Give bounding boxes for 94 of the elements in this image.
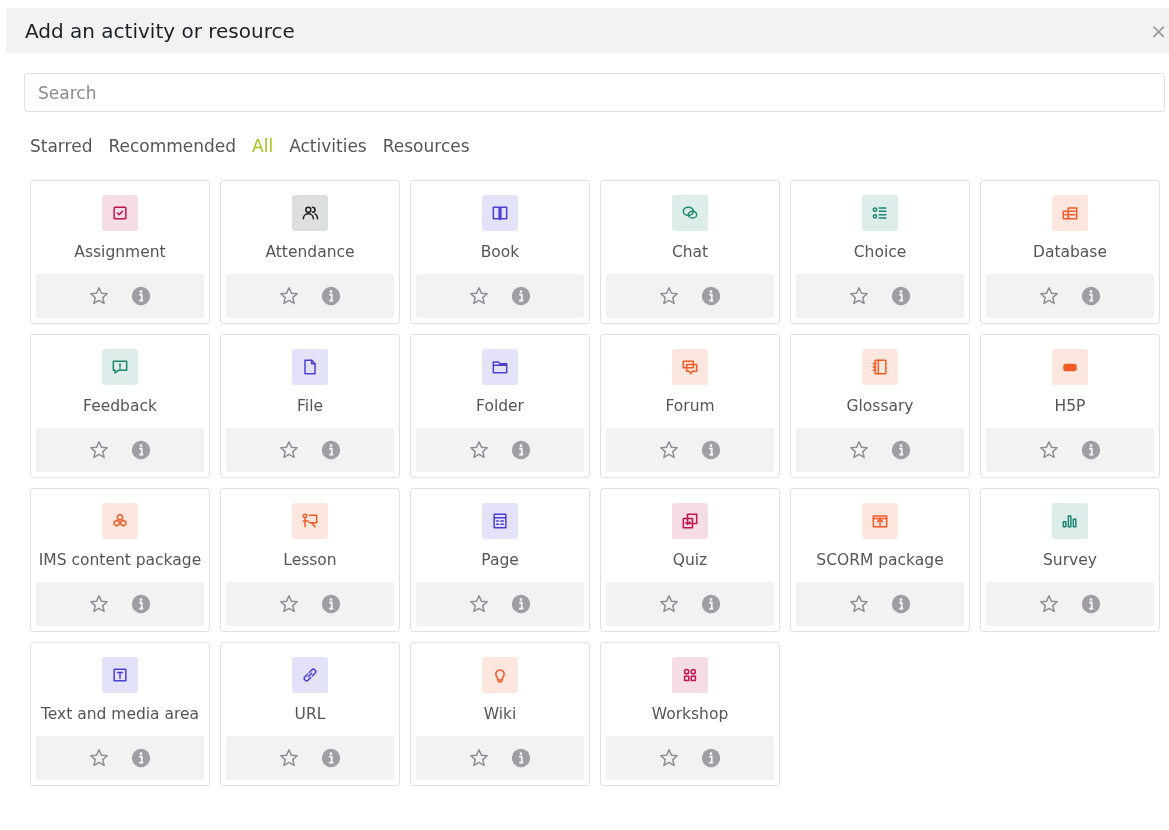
- info-icon[interactable]: [700, 593, 722, 615]
- module-name[interactable]: Folder: [476, 393, 524, 419]
- module-name[interactable]: URL: [294, 701, 326, 727]
- module-card[interactable]: Database: [980, 180, 1160, 324]
- star-icon[interactable]: [278, 747, 300, 769]
- filter-tab[interactable]: Starred: [24, 132, 99, 160]
- module-card[interactable]: Quiz: [600, 488, 780, 632]
- star-icon[interactable]: [468, 439, 490, 461]
- module-card[interactable]: Text and media area: [30, 642, 210, 786]
- filter-tab[interactable]: Recommended: [102, 132, 243, 160]
- info-icon[interactable]: [320, 747, 342, 769]
- star-icon[interactable]: [468, 747, 490, 769]
- info-icon[interactable]: [320, 285, 342, 307]
- info-icon[interactable]: [130, 747, 152, 769]
- info-icon[interactable]: [1080, 439, 1102, 461]
- module-name[interactable]: Text and media area: [40, 701, 200, 727]
- module-card[interactable]: Feedback: [30, 334, 210, 478]
- module-card[interactable]: Forum: [600, 334, 780, 478]
- filter-tab[interactable]: Activities: [283, 132, 373, 160]
- info-icon[interactable]: [700, 439, 722, 461]
- info-icon[interactable]: [1080, 285, 1102, 307]
- info-icon[interactable]: [890, 285, 912, 307]
- info-icon[interactable]: [510, 285, 532, 307]
- info-icon[interactable]: [890, 439, 912, 461]
- module-name[interactable]: Forum: [665, 393, 715, 419]
- module-card[interactable]: Survey: [980, 488, 1160, 632]
- star-icon[interactable]: [848, 439, 870, 461]
- module-card[interactable]: Attendance: [220, 180, 400, 324]
- module-name[interactable]: Attendance: [265, 239, 355, 265]
- star-icon[interactable]: [848, 285, 870, 307]
- star-icon[interactable]: [1038, 593, 1060, 615]
- module-card[interactable]: Folder: [410, 334, 590, 478]
- module-name[interactable]: Wiki: [483, 701, 517, 727]
- info-icon[interactable]: [700, 285, 722, 307]
- info-icon[interactable]: [130, 593, 152, 615]
- info-icon[interactable]: [890, 593, 912, 615]
- module-name[interactable]: IMS content package: [38, 547, 202, 573]
- module-card[interactable]: Glossary: [790, 334, 970, 478]
- info-icon[interactable]: [510, 747, 532, 769]
- module-card[interactable]: URL: [220, 642, 400, 786]
- filter-tab[interactable]: Resources: [376, 132, 476, 160]
- module-card[interactable]: Assignment: [30, 180, 210, 324]
- info-icon[interactable]: [130, 439, 152, 461]
- module-name[interactable]: Survey: [1043, 547, 1097, 573]
- module-card[interactable]: Wiki: [410, 642, 590, 786]
- info-icon[interactable]: [1080, 593, 1102, 615]
- module-name[interactable]: File: [297, 393, 323, 419]
- info-icon[interactable]: [320, 593, 342, 615]
- module-card[interactable]: File: [220, 334, 400, 478]
- module-name[interactable]: Page: [481, 547, 519, 573]
- info-icon[interactable]: [700, 747, 722, 769]
- module-card[interactable]: Book: [410, 180, 590, 324]
- module-name[interactable]: Quiz: [672, 547, 708, 573]
- module-card[interactable]: SCORM package: [790, 488, 970, 632]
- module-card[interactable]: Lesson: [220, 488, 400, 632]
- star-icon[interactable]: [468, 285, 490, 307]
- info-icon[interactable]: [510, 439, 532, 461]
- info-icon[interactable]: [510, 593, 532, 615]
- search-field[interactable]: Search: [24, 73, 1165, 112]
- module-card[interactable]: Workshop: [600, 642, 780, 786]
- module-name[interactable]: Database: [1033, 239, 1107, 265]
- star-icon[interactable]: [278, 285, 300, 307]
- module-card[interactable]: Choice: [790, 180, 970, 324]
- module-card[interactable]: Chat: [600, 180, 780, 324]
- star-icon[interactable]: [278, 593, 300, 615]
- star-icon[interactable]: [88, 439, 110, 461]
- module-name[interactable]: Workshop: [651, 701, 729, 727]
- star-icon[interactable]: [1038, 439, 1060, 461]
- info-icon[interactable]: [130, 285, 152, 307]
- module-name[interactable]: Chat: [671, 239, 709, 265]
- star-icon[interactable]: [658, 285, 680, 307]
- module-name[interactable]: SCORM package: [816, 547, 944, 573]
- star-icon[interactable]: [658, 747, 680, 769]
- star-icon[interactable]: [848, 593, 870, 615]
- module-name[interactable]: Glossary: [846, 393, 914, 419]
- module-name[interactable]: Feedback: [83, 393, 157, 419]
- module-name[interactable]: Choice: [853, 239, 907, 265]
- star-icon[interactable]: [88, 285, 110, 307]
- module-card[interactable]: Page: [410, 488, 590, 632]
- dialog-title: Add an activity or resource: [25, 18, 295, 43]
- module-card[interactable]: H5P: [980, 334, 1160, 478]
- module-name[interactable]: Assignment: [74, 239, 166, 265]
- star-icon[interactable]: [88, 593, 110, 615]
- star-icon[interactable]: [658, 439, 680, 461]
- module-name[interactable]: Lesson: [283, 547, 337, 573]
- star-icon[interactable]: [658, 593, 680, 615]
- star-icon[interactable]: [88, 747, 110, 769]
- star-icon[interactable]: [1038, 285, 1060, 307]
- info-icon[interactable]: [320, 439, 342, 461]
- module-name[interactable]: H5P: [1054, 393, 1086, 419]
- star-icon[interactable]: [278, 439, 300, 461]
- star-icon[interactable]: [468, 593, 490, 615]
- module-card[interactable]: IMS content package: [30, 488, 210, 632]
- module-name[interactable]: Book: [480, 239, 520, 265]
